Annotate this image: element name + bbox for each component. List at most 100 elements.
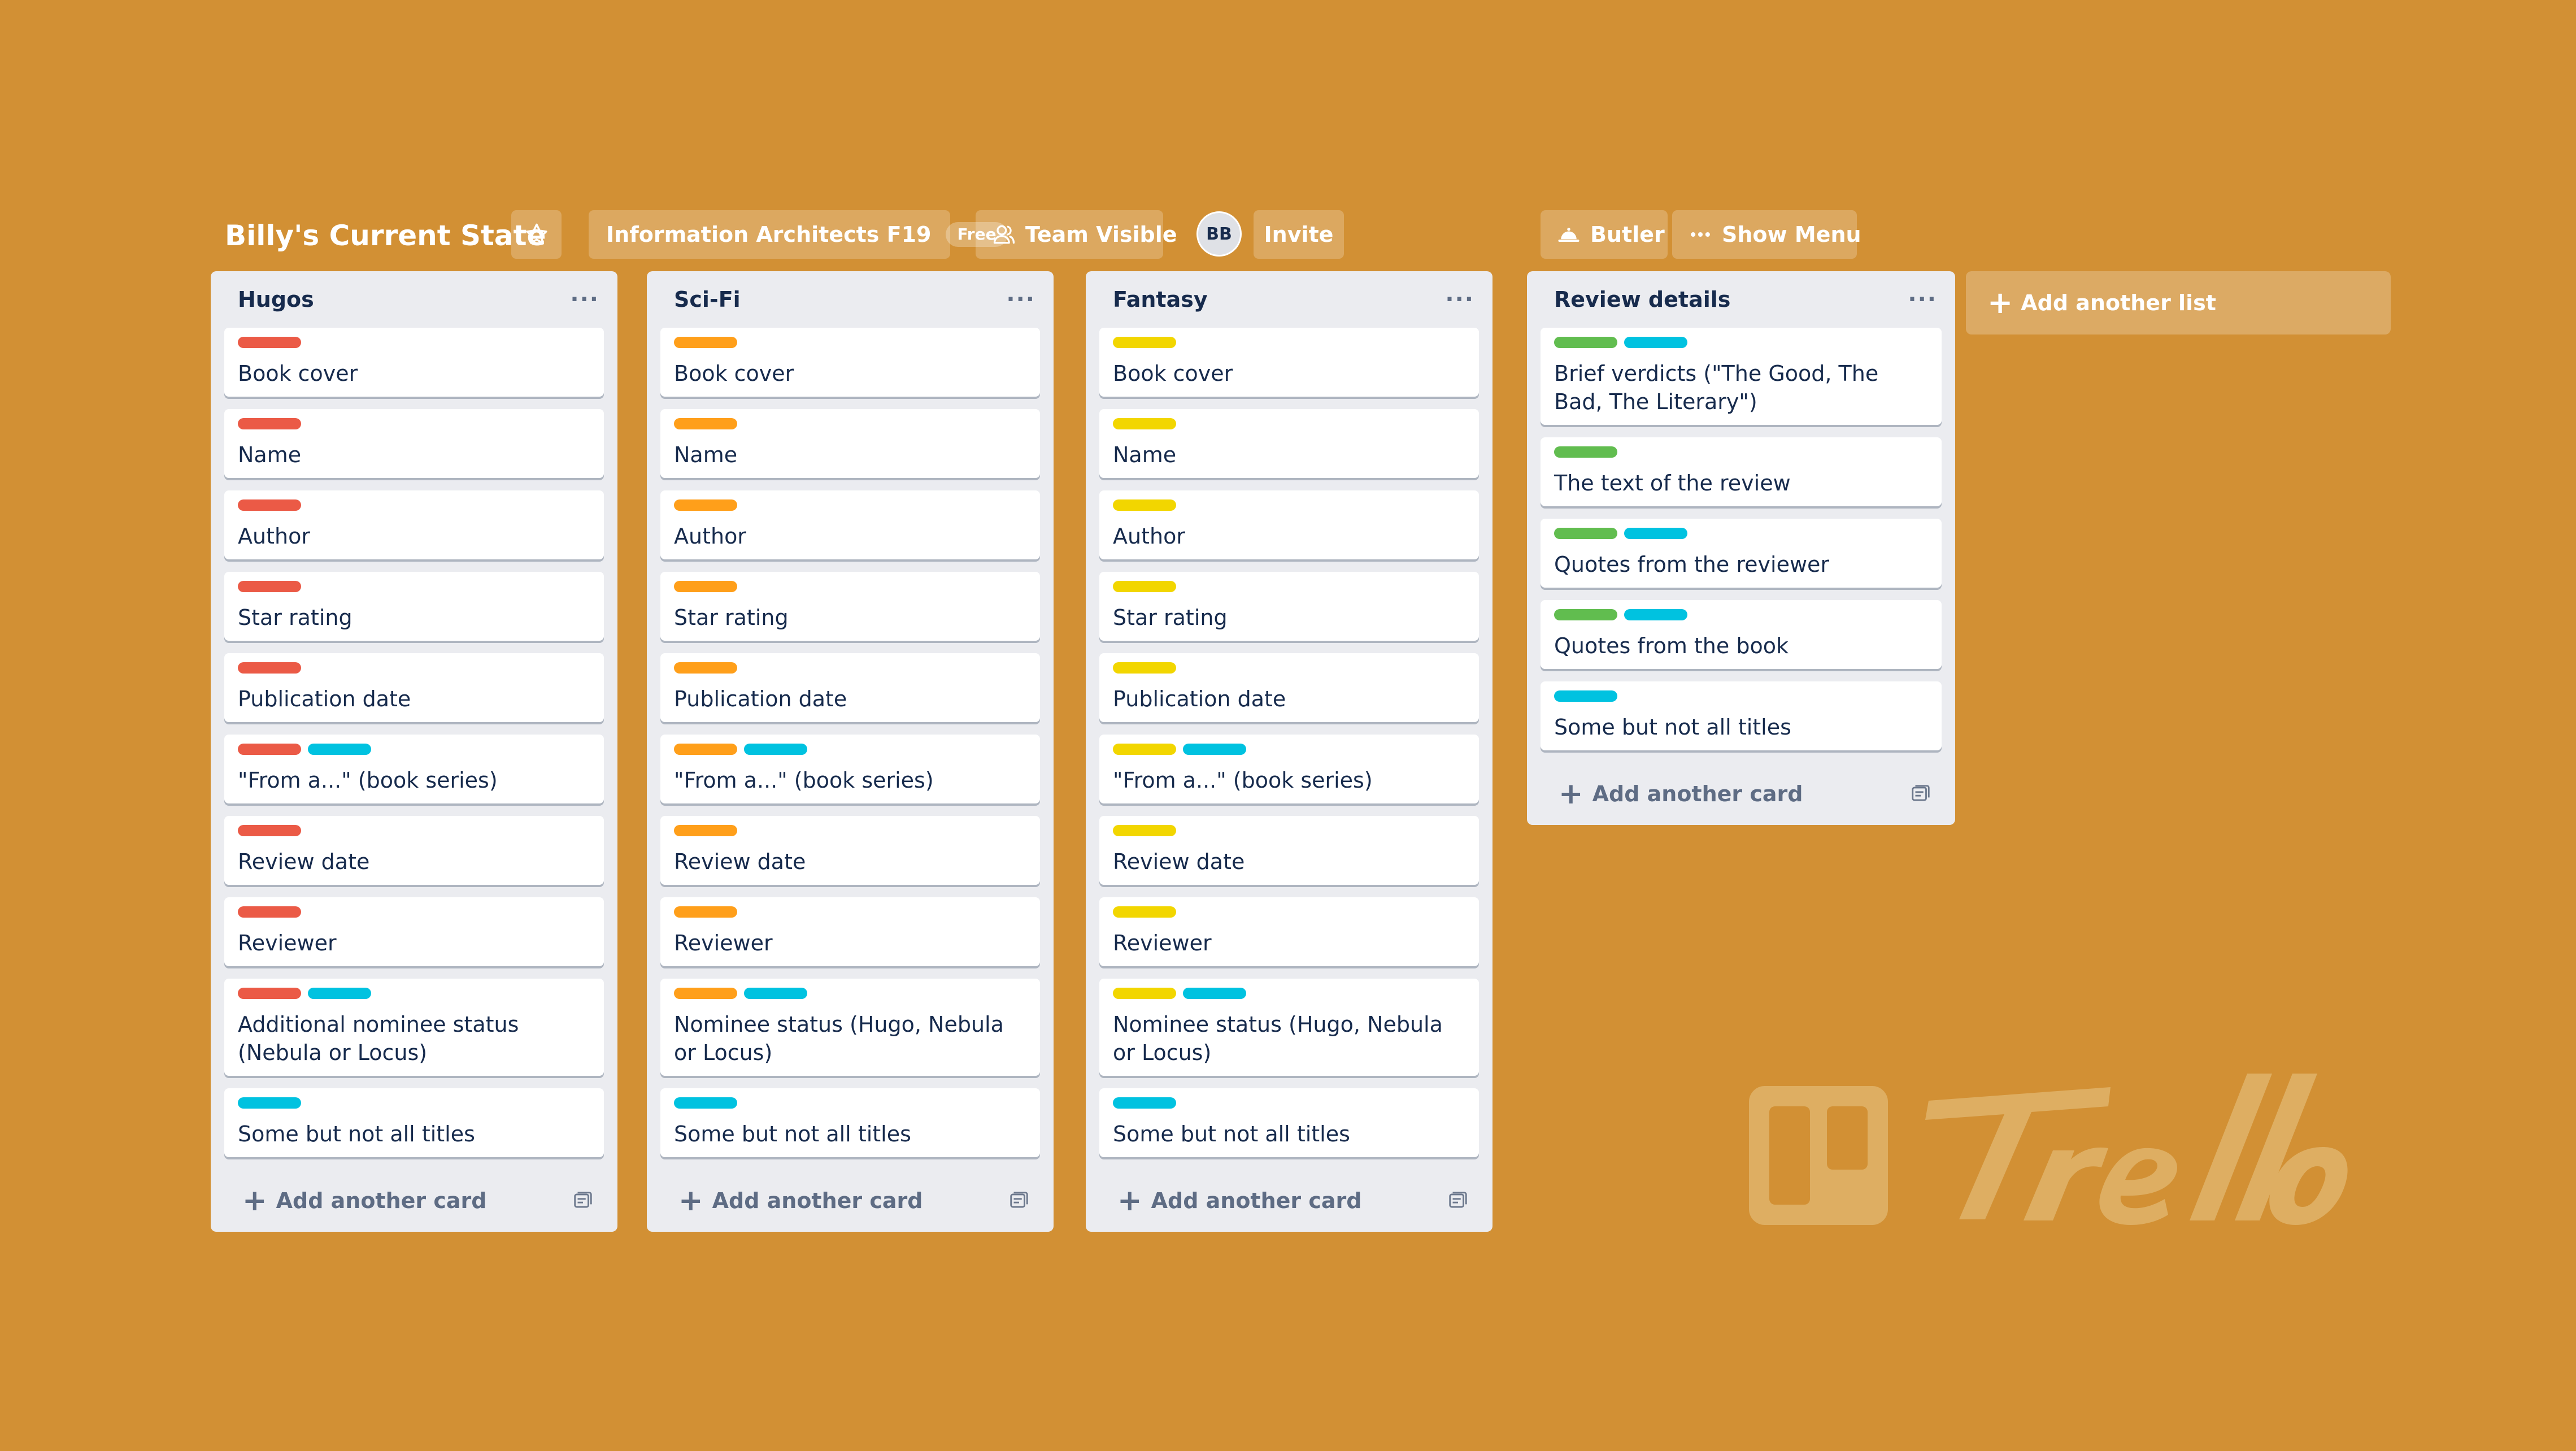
member-avatar[interactable]: BB	[1196, 211, 1242, 257]
card[interactable]: Nominee status (Hugo, Nebula or Locus)	[660, 979, 1040, 1076]
card[interactable]: Author	[1099, 490, 1479, 559]
card[interactable]: "From a..." (book series)	[1099, 735, 1479, 803]
label-sky[interactable]	[744, 988, 807, 999]
label-green[interactable]	[1554, 609, 1617, 620]
card-template-icon[interactable]	[1008, 1190, 1030, 1211]
label-sky[interactable]	[1624, 337, 1687, 348]
card-template-icon[interactable]	[1447, 1190, 1469, 1211]
card[interactable]: "From a..." (book series)	[224, 735, 604, 803]
label-sky[interactable]	[308, 744, 371, 755]
list-sci-fi[interactable]: Sci-Fi ··· Book cover Name Author Star rating…	[647, 271, 1054, 1232]
card[interactable]: Publication date	[660, 653, 1040, 722]
label-red[interactable]	[238, 418, 301, 429]
label-red[interactable]	[238, 337, 301, 348]
card[interactable]: Review date	[1099, 816, 1479, 885]
card[interactable]: Author	[660, 490, 1040, 559]
label-sky[interactable]	[1183, 988, 1246, 999]
label-red[interactable]	[238, 581, 301, 592]
label-yellow[interactable]	[1113, 337, 1176, 348]
label-orange[interactable]	[674, 662, 737, 674]
list-title[interactable]: Review details	[1554, 287, 1730, 312]
card[interactable]: Book cover	[660, 328, 1040, 397]
card[interactable]: Name	[1099, 409, 1479, 478]
label-orange[interactable]	[674, 825, 737, 836]
label-yellow[interactable]	[1113, 662, 1176, 674]
card[interactable]: Publication date	[1099, 653, 1479, 722]
label-red[interactable]	[238, 825, 301, 836]
card[interactable]: Star rating	[1099, 572, 1479, 641]
card-template-icon[interactable]	[1910, 783, 1931, 805]
card[interactable]: Review date	[224, 816, 604, 885]
butler-button[interactable]: Butler	[1541, 210, 1668, 259]
label-sky[interactable]	[308, 988, 371, 999]
label-green[interactable]	[1554, 528, 1617, 539]
team-button[interactable]: Information Architects F19 Free	[589, 210, 1008, 259]
label-sky[interactable]	[1183, 744, 1246, 755]
add-card-button[interactable]: + Add another card	[678, 1186, 923, 1215]
list-review-details[interactable]: Review details ··· Brief verdicts ("The Go…	[1527, 271, 1955, 825]
card[interactable]: Author	[224, 490, 604, 559]
card[interactable]: Reviewer	[224, 897, 604, 966]
card[interactable]: Star rating	[660, 572, 1040, 641]
label-orange[interactable]	[674, 906, 737, 918]
add-card-button[interactable]: + Add another card	[1117, 1186, 1362, 1215]
visibility-button[interactable]: Team Visible	[976, 210, 1177, 259]
label-yellow[interactable]	[1113, 499, 1176, 511]
label-green[interactable]	[1554, 446, 1617, 458]
list-menu-icon[interactable]: ···	[1006, 286, 1035, 312]
label-orange[interactable]	[674, 418, 737, 429]
card-template-icon[interactable]	[572, 1190, 594, 1211]
card[interactable]: Book cover	[224, 328, 604, 397]
list-menu-icon[interactable]: ···	[570, 286, 599, 312]
card[interactable]: Additional nominee status (Nebula or Loc…	[224, 979, 604, 1076]
card[interactable]: Quotes from the book	[1541, 600, 1942, 669]
label-yellow[interactable]	[1113, 581, 1176, 592]
label-sky[interactable]	[238, 1097, 301, 1109]
label-sky[interactable]	[674, 1097, 737, 1109]
label-sky[interactable]	[744, 744, 807, 755]
card[interactable]: Some but not all titles	[660, 1088, 1040, 1157]
label-orange[interactable]	[674, 337, 737, 348]
card[interactable]: Reviewer	[660, 897, 1040, 966]
label-yellow[interactable]	[1113, 906, 1176, 918]
label-sky[interactable]	[1624, 609, 1687, 620]
label-sky[interactable]	[1113, 1097, 1176, 1109]
card[interactable]: Nominee status (Hugo, Nebula or Locus)	[1099, 979, 1479, 1076]
card[interactable]: "From a..." (book series)	[660, 735, 1040, 803]
card[interactable]: Star rating	[224, 572, 604, 641]
label-yellow[interactable]	[1113, 418, 1176, 429]
list-menu-icon[interactable]: ···	[1908, 286, 1937, 312]
label-yellow[interactable]	[1113, 988, 1176, 999]
label-orange[interactable]	[674, 744, 737, 755]
label-green[interactable]	[1554, 337, 1617, 348]
show-menu-button[interactable]: Show Menu	[1672, 210, 1861, 259]
label-yellow[interactable]	[1113, 744, 1176, 755]
list-hugos[interactable]: Hugos ··· Book cover Name Author Star rating P…	[211, 271, 617, 1232]
card[interactable]: Book cover	[1099, 328, 1479, 397]
add-list-button[interactable]: + Add another list	[1966, 271, 2391, 334]
label-red[interactable]	[238, 662, 301, 674]
list-title[interactable]: Fantasy	[1113, 287, 1208, 312]
label-orange[interactable]	[674, 988, 737, 999]
card[interactable]: Name	[224, 409, 604, 478]
label-red[interactable]	[238, 988, 301, 999]
card[interactable]: Name	[660, 409, 1040, 478]
list-title[interactable]: Hugos	[238, 287, 314, 312]
card[interactable]: Reviewer	[1099, 897, 1479, 966]
board-title[interactable]: Billy's Current State	[225, 219, 546, 253]
add-card-button[interactable]: + Add another card	[242, 1186, 487, 1215]
list-title[interactable]: Sci-Fi	[674, 287, 741, 312]
card[interactable]: Brief verdicts ("The Good, The Bad, The …	[1541, 328, 1942, 425]
label-red[interactable]	[238, 744, 301, 755]
label-red[interactable]	[238, 499, 301, 511]
label-yellow[interactable]	[1113, 825, 1176, 836]
card[interactable]: Some but not all titles	[1099, 1088, 1479, 1157]
add-card-button[interactable]: + Add another card	[1559, 779, 1803, 809]
label-sky[interactable]	[1624, 528, 1687, 539]
star-board-button[interactable]	[511, 210, 562, 259]
label-orange[interactable]	[674, 581, 737, 592]
label-orange[interactable]	[674, 499, 737, 511]
card[interactable]: Some but not all titles	[1541, 681, 1942, 750]
label-sky[interactable]	[1554, 690, 1617, 702]
list-fantasy[interactable]: Fantasy ··· Book cover Name Author Star ratin…	[1086, 271, 1492, 1232]
